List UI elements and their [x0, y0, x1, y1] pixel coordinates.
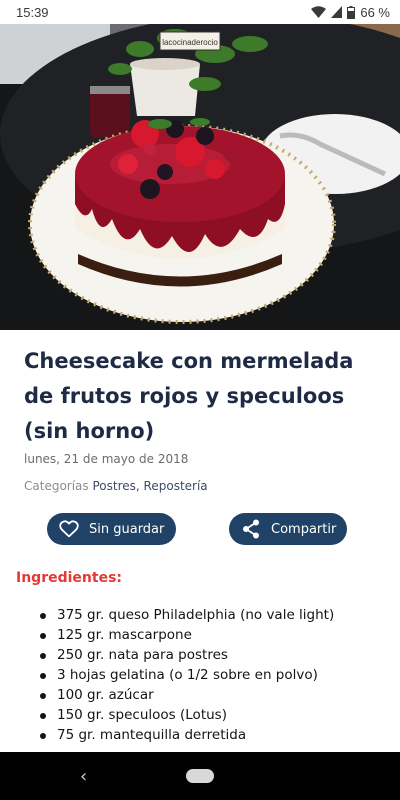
- share-button-label: Compartir: [271, 521, 337, 537]
- categories-label: Categorías: [24, 479, 89, 493]
- status-time: 15:39: [16, 4, 49, 20]
- cheesecake-photo: lacocinaderocio: [0, 24, 400, 330]
- battery-percent: 66 %: [360, 4, 390, 20]
- recipe-categories: Categorías Postres, Repostería: [24, 479, 208, 493]
- category-reposteria-link[interactable]: Repostería: [144, 479, 208, 493]
- back-icon[interactable]: ‹: [80, 766, 87, 787]
- ingredients-list: 375 gr. queso Philadelphia (no vale ligh…: [36, 605, 334, 745]
- category-separator: ,: [135, 479, 144, 493]
- home-pill-icon[interactable]: [186, 769, 214, 783]
- ingredient-item: 125 gr. mascarpone: [36, 625, 334, 645]
- ingredient-item: 75 gr. mantequilla derretida: [36, 725, 334, 745]
- ingredients-heading: Ingredientes:: [16, 570, 122, 586]
- heart-icon: [59, 519, 79, 539]
- status-icons: 66 %: [311, 5, 390, 20]
- recipe-date: lunes, 21 de mayo de 2018: [24, 452, 189, 466]
- share-icon: [241, 519, 261, 539]
- share-button[interactable]: Compartir: [229, 513, 347, 545]
- category-postres-link[interactable]: Postres: [92, 479, 135, 493]
- hero-sign-text: lacocinaderocio: [162, 38, 218, 47]
- wifi-icon: [311, 6, 327, 18]
- ingredient-item: 250 gr. nata para postres: [36, 645, 334, 665]
- recipe-title: Cheesecake con mermelada de frutos rojos…: [24, 349, 354, 443]
- save-button[interactable]: Sin guardar: [47, 513, 176, 545]
- ingredient-item: 3 hojas gelatina (o 1/2 sobre en polvo): [36, 665, 334, 685]
- ingredient-item: 375 gr. queso Philadelphia (no vale ligh…: [36, 605, 334, 625]
- signal-icon: [331, 6, 343, 18]
- save-button-label: Sin guardar: [89, 521, 165, 537]
- status-bar: 15:39 66 %: [0, 0, 400, 24]
- battery-icon: [347, 5, 356, 19]
- navigation-bar: ‹: [0, 752, 400, 800]
- ingredient-item: 100 gr. azúcar: [36, 685, 334, 705]
- recipe-hero-image: lacocinaderocio: [0, 24, 400, 330]
- ingredient-item: 150 gr. speculoos (Lotus): [36, 705, 334, 725]
